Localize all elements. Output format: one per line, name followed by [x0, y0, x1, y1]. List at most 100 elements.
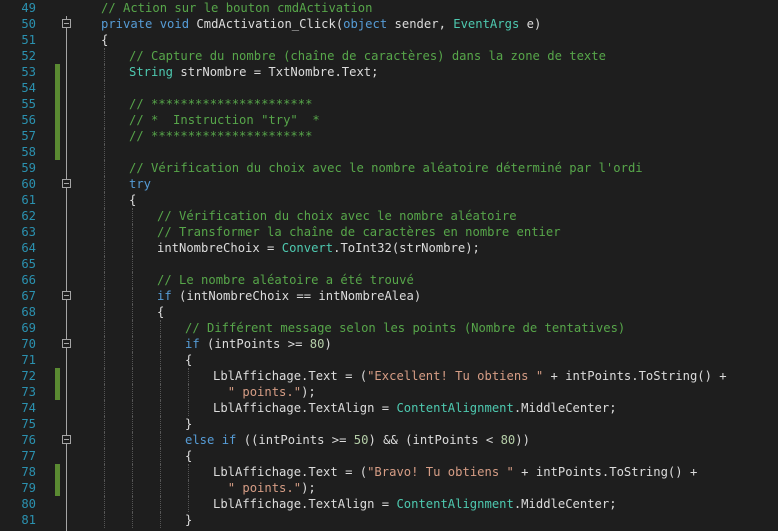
- change-marker: [55, 64, 60, 80]
- code-line[interactable]: 61 {: [0, 192, 778, 208]
- indent-guide: [104, 400, 105, 416]
- code-line[interactable]: 55 // **********************: [0, 96, 778, 112]
- change-marker: [55, 128, 60, 144]
- collapse-icon[interactable]: [62, 291, 71, 300]
- indent-guide: [132, 304, 133, 320]
- indent-guide: [132, 320, 133, 336]
- code-line[interactable]: 70 if (intPoints >= 80): [0, 336, 778, 352]
- code-token: .MiddleCenter;: [513, 401, 617, 415]
- code-line[interactable]: 58: [0, 144, 778, 160]
- code-token: if: [221, 433, 237, 447]
- code-line[interactable]: 62 // Vérification du choix avec le nombr…: [0, 208, 778, 224]
- code-token: // * Instruction "try" *: [129, 113, 320, 127]
- indent-guide: [104, 416, 105, 432]
- line-number: 72: [21, 369, 36, 383]
- line-number: 59: [21, 161, 36, 175]
- code-line[interactable]: 51 {: [0, 32, 778, 48]
- code-token: // Vérification du choix avec le nombre …: [157, 209, 517, 223]
- code-line[interactable]: 81}: [0, 512, 778, 528]
- code-text: LblAffichage.Text = ("Bravo! Tu obtiens …: [213, 464, 697, 480]
- code-text: // Le nombre aléatoire a été trouvé: [157, 272, 414, 288]
- line-number: 77: [21, 449, 36, 463]
- code-line[interactable]: 56 // * Instruction "try" *: [0, 112, 778, 128]
- line-number: 74: [21, 401, 36, 415]
- code-line[interactable]: 67 if (intNombreChoix == intNombreAlea): [0, 288, 778, 304]
- code-token: intNombreChoix =: [157, 241, 282, 255]
- code-line[interactable]: 64 intNombreChoix = Convert.ToInt32(strNo…: [0, 240, 778, 256]
- code-token: EventArgs: [453, 17, 520, 31]
- indent-guide: [132, 368, 133, 384]
- indent-guide: [104, 304, 105, 320]
- code-line[interactable]: 57 // **********************: [0, 128, 778, 144]
- code-line[interactable]: 52 // Capture du nombre (chaîne de caract…: [0, 48, 778, 64]
- code-token: sender,: [387, 17, 454, 31]
- code-line[interactable]: 68 {: [0, 304, 778, 320]
- code-line[interactable]: 69 // Différent message selon les points …: [0, 320, 778, 336]
- code-line[interactable]: 59 // Vérification du choix avec le nombr…: [0, 160, 778, 176]
- code-line[interactable]: 78 LblAffichage.Text = ("Bravo! Tu obtien…: [0, 464, 778, 480]
- code-line[interactable]: 72 LblAffichage.Text = ("Excellent! Tu ob…: [0, 368, 778, 384]
- indent-guide: [104, 240, 105, 256]
- indent-guide: [188, 464, 189, 480]
- code-line[interactable]: 80 LblAffichage.TextAlign = ContentAlignm…: [0, 496, 778, 512]
- change-marker: [55, 480, 60, 496]
- code-line[interactable]: 53 String strNombre = TxtNombre.Text;: [0, 64, 778, 80]
- line-number: 53: [21, 65, 36, 79]
- line-number: 70: [21, 337, 36, 351]
- indent-guide: [104, 176, 105, 192]
- indent-guide: [104, 96, 105, 112]
- code-token: ContentAlignment: [396, 497, 514, 511]
- code-line[interactable]: 79 " points.");: [0, 480, 778, 496]
- indent-guide: [104, 368, 105, 384]
- indent-guide: [160, 496, 161, 512]
- indent-guide: [104, 464, 105, 480]
- code-line[interactable]: 75}: [0, 416, 778, 432]
- collapse-icon[interactable]: [62, 179, 71, 188]
- indent-guide: [104, 256, 105, 272]
- code-line[interactable]: 76 else if ((intPoints >= 50) && (intPoin…: [0, 432, 778, 448]
- indent-guide: [104, 272, 105, 288]
- code-token: Convert: [281, 241, 334, 255]
- code-token: );: [301, 385, 316, 399]
- code-line[interactable]: 71 {: [0, 352, 778, 368]
- code-line[interactable]: 50 private void CmdActivation_Click(objec…: [0, 16, 778, 32]
- collapse-icon[interactable]: [62, 19, 71, 28]
- indent-guide: [132, 464, 133, 480]
- collapse-icon[interactable]: [62, 435, 71, 444]
- code-token: object: [343, 17, 388, 31]
- line-number: 66: [21, 273, 36, 287]
- indent-guide: [104, 128, 105, 144]
- indent-guide: [104, 64, 105, 80]
- collapse-icon[interactable]: [62, 339, 71, 348]
- line-number: 67: [21, 289, 36, 303]
- code-text: String strNombre = TxtNombre.Text;: [129, 64, 378, 80]
- code-token: try: [129, 177, 152, 191]
- indent-guide: [160, 368, 161, 384]
- code-line[interactable]: 66 // Le nombre aléatoire a été trouvé: [0, 272, 778, 288]
- line-number: 68: [21, 305, 36, 319]
- code-token: {: [101, 33, 109, 47]
- line-number: 50: [21, 17, 36, 31]
- code-text: {: [157, 304, 164, 320]
- code-line[interactable]: 54: [0, 80, 778, 96]
- line-number: 75: [21, 417, 36, 431]
- code-token: ) && (intPoints <: [368, 433, 501, 447]
- code-line[interactable]: 73 " points.");: [0, 384, 778, 400]
- code-token: LblAffichage.Text = (: [213, 369, 368, 383]
- code-line[interactable]: 63 // Transformer la chaîne de caractères…: [0, 224, 778, 240]
- indent-guide: [160, 384, 161, 400]
- indent-guide: [132, 496, 133, 512]
- code-line[interactable]: 77 {: [0, 448, 778, 464]
- code-text: // Différent message selon les points (N…: [185, 320, 625, 336]
- indent-guide: [104, 480, 105, 496]
- code-text: " points.");: [213, 384, 316, 400]
- code-line[interactable]: 74 LblAffichage.TextAlign = ContentAlignm…: [0, 400, 778, 416]
- code-token: LblAffichage.Text = (: [213, 465, 368, 479]
- code-token: LblAffichage.TextAlign =: [213, 497, 397, 511]
- code-line[interactable]: 60 try: [0, 176, 778, 192]
- code-line[interactable]: 65: [0, 256, 778, 272]
- code-line[interactable]: 49 // Action sur le bouton cmdActivation: [0, 0, 778, 16]
- code-editor[interactable]: 49// Action sur le bouton cmdActivation 5…: [0, 0, 778, 531]
